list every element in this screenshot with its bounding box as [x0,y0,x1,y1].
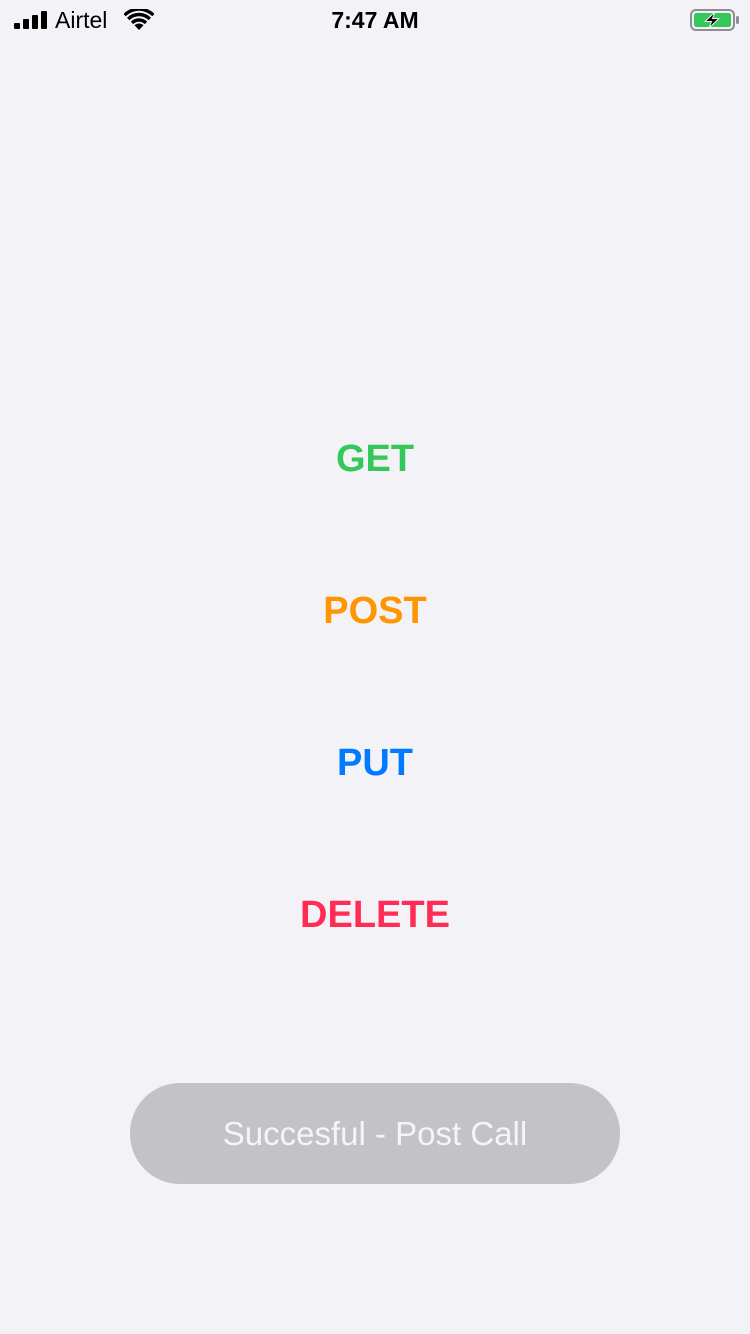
result-status-pill: Succesful - Post Call [130,1083,620,1184]
status-bar: Airtel 7:47 AM [0,0,750,40]
result-message: Succesful - Post Call [222,1114,528,1152]
get-button[interactable]: GET [0,437,750,481]
status-time: 7:47 AM [331,7,419,33]
put-button[interactable]: PUT [0,741,750,785]
battery-charging-icon [690,9,739,31]
app-screen: Airtel 7:47 AM GET POST PUT DELETE Succe… [0,0,750,1334]
delete-button[interactable]: DELETE [0,893,750,937]
post-button[interactable]: POST [0,589,750,633]
